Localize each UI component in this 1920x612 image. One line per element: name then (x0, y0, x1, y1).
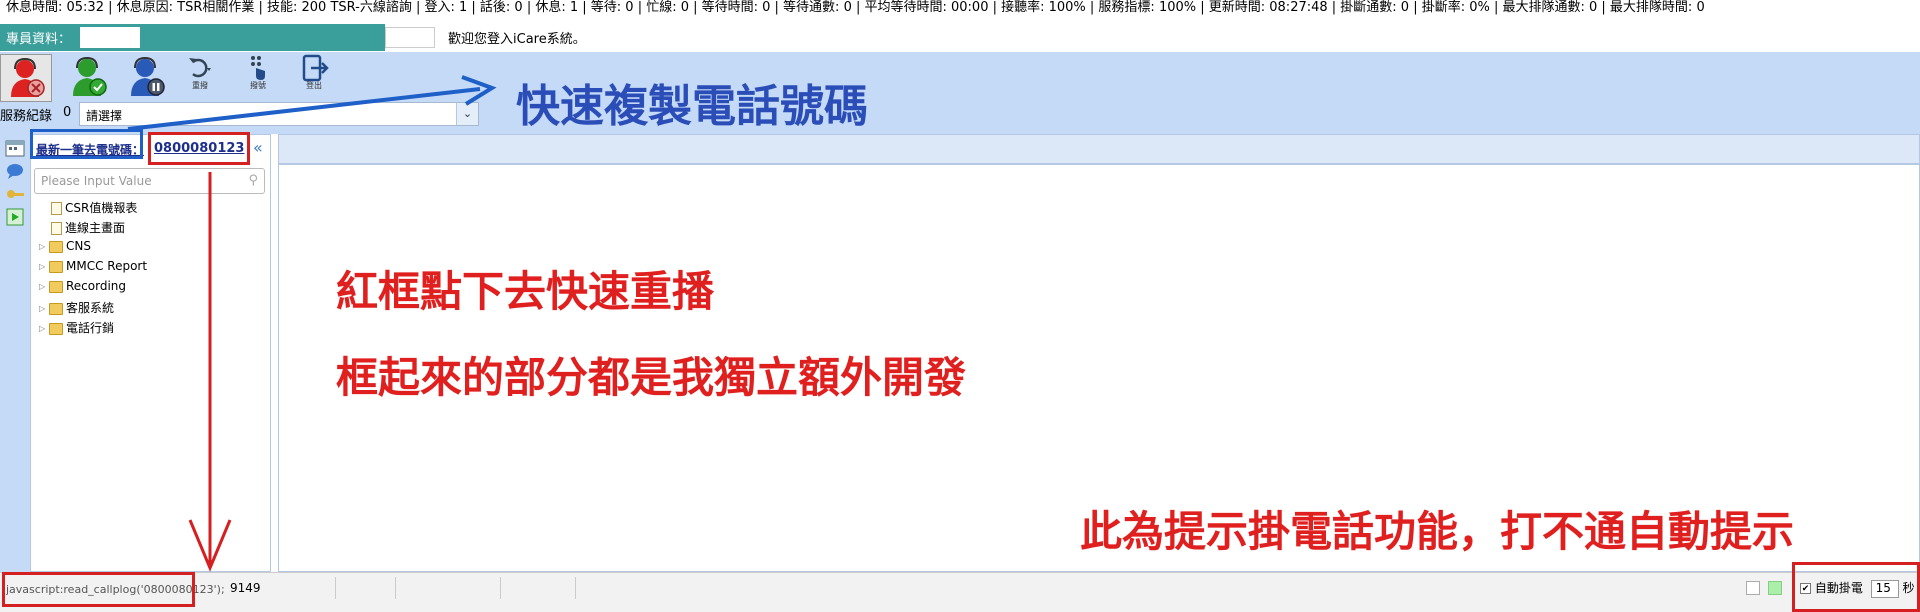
annotation-red-box-phone (148, 132, 250, 165)
annotation-red-box-hangup (1792, 562, 1920, 612)
annotation-dev-hint: 框起來的部分都是我獨立額外開發 (336, 353, 967, 402)
annotation-copy-phone: 快速複製電話號碼 (516, 81, 868, 132)
annotation-red-box-link (2, 572, 195, 607)
annotation-redial-hint: 紅框點下去快速重播 (336, 267, 715, 316)
annotation-blue-arrow (127, 87, 481, 131)
annotation-hangup-hint: 此為提示掛電話功能，打不通自動提示 (1080, 507, 1795, 556)
